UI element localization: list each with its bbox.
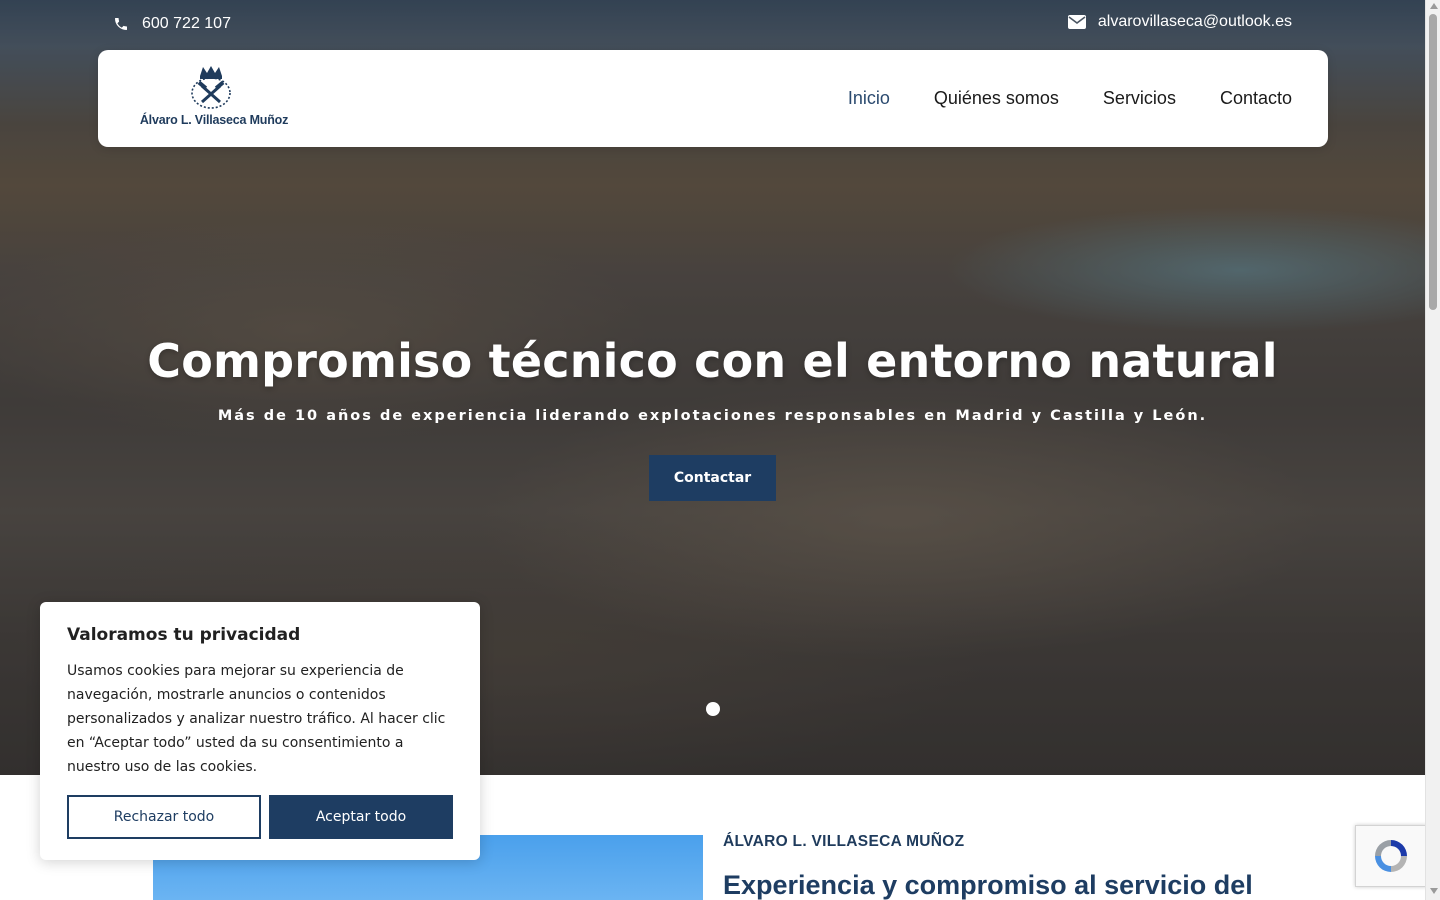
scrollbar-thumb[interactable]	[1429, 14, 1437, 310]
accept-all-button[interactable]: Aceptar todo	[269, 795, 453, 839]
slider-dot[interactable]	[706, 702, 720, 716]
cookie-banner: Valoramos tu privacidad Usamos cookies p…	[40, 602, 480, 860]
nav-contacto[interactable]: Contacto	[1220, 88, 1292, 109]
phone-number: 600 722 107	[142, 15, 231, 32]
reject-all-button[interactable]: Rechazar todo	[67, 795, 261, 839]
hero-title: Compromiso técnico con el entorno natura…	[147, 334, 1278, 388]
page-scrollbar[interactable]	[1425, 0, 1440, 900]
about-kicker: ÁLVARO L. VILLASECA MUÑOZ	[723, 833, 965, 850]
envelope-icon	[1067, 13, 1086, 31]
scroll-up-arrow-icon[interactable]	[1429, 3, 1438, 9]
about-title: Experiencia y compromiso al servicio del	[723, 870, 1253, 900]
email-address: alvarovillaseca@outlook.es	[1097, 13, 1292, 30]
scroll-down-arrow-icon[interactable]	[1429, 888, 1438, 894]
recaptcha-icon	[1375, 840, 1407, 872]
site-header: Álvaro L. Villaseca Muñoz Inicio Quiénes…	[98, 50, 1328, 147]
site-logo[interactable]: Álvaro L. Villaseca Muñoz	[134, 64, 294, 134]
logo-text: Álvaro L. Villaseca Muñoz	[139, 113, 289, 127]
topbar-email[interactable]: alvarovillaseca@outlook.es	[1067, 12, 1292, 32]
cookie-text: Usamos cookies para mejorar su experienc…	[67, 663, 446, 775]
topbar-phone[interactable]: 600 722 107	[112, 14, 231, 34]
contactar-button[interactable]: Contactar	[649, 455, 776, 501]
main-nav: Inicio Quiénes somos Servicios Contacto	[848, 50, 1292, 147]
crown-hammers-emblem-icon	[191, 66, 231, 109]
recaptcha-badge[interactable]	[1355, 825, 1427, 887]
nav-quienes-somos[interactable]: Quiénes somos	[934, 88, 1059, 109]
nav-servicios[interactable]: Servicios	[1103, 88, 1176, 109]
cookie-title: Valoramos tu privacidad	[67, 625, 301, 645]
hero-subtitle: Más de 10 años de experiencia liderando …	[217, 408, 1208, 424]
nav-inicio[interactable]: Inicio	[848, 88, 890, 109]
phone-icon	[112, 15, 130, 33]
